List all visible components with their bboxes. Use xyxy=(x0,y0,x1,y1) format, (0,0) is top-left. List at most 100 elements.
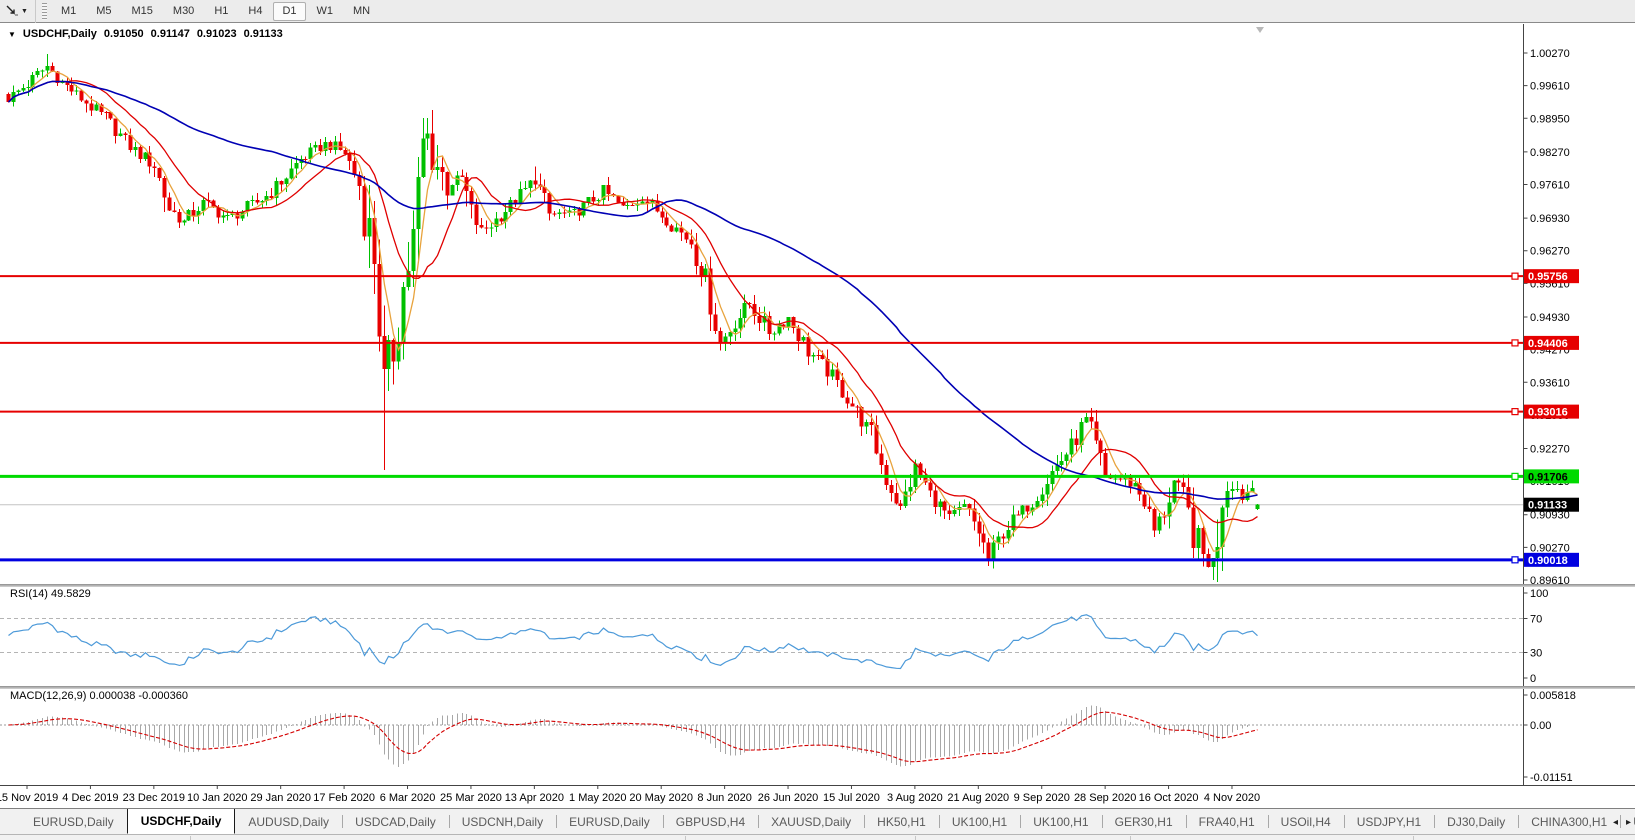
svg-text:0.95756: 0.95756 xyxy=(1528,271,1568,283)
toolbar: ▼ M1M5M15M30H1H4D1W1MN xyxy=(0,0,1635,23)
svg-text:0: 0 xyxy=(1530,673,1536,685)
svg-text:0.99610: 0.99610 xyxy=(1530,81,1570,93)
svg-text:0.91706: 0.91706 xyxy=(1528,471,1568,483)
svg-text:26 Jun 2020: 26 Jun 2020 xyxy=(758,792,819,804)
timeframe-button-m1[interactable]: M1 xyxy=(52,2,85,21)
chart-tab-usoil-h4[interactable]: USOil,H4 xyxy=(1268,809,1344,834)
chart-tab-usdcad-daily[interactable]: USDCAD,Daily xyxy=(342,809,449,834)
mt4-chart-window: ▼ M1M5M15M30H1H4D1W1MN ▼ USDCHF,Daily 0.… xyxy=(0,0,1635,840)
svg-text:0.93610: 0.93610 xyxy=(1530,377,1570,389)
moving-average-slow xyxy=(9,81,1258,499)
toolbar-grip-handle[interactable] xyxy=(42,3,47,20)
price-badge-0.95756: 0.95756 xyxy=(1524,269,1579,283)
svg-text:17 Feb 2020: 17 Feb 2020 xyxy=(313,792,375,804)
hline-handle[interactable] xyxy=(1512,340,1518,346)
svg-text:8 Jun 2020: 8 Jun 2020 xyxy=(697,792,751,804)
svg-text:16 Oct 2020: 16 Oct 2020 xyxy=(1139,792,1199,804)
tabs-scroll-left-icon[interactable]: ◂ xyxy=(1613,817,1618,828)
macd-axis-labels: 0.0058180.00-0.01151 xyxy=(1524,690,1576,784)
candles-layer xyxy=(7,54,1260,582)
svg-text:10 Jan 2020: 10 Jan 2020 xyxy=(187,792,248,804)
svg-text:15 Jul 2020: 15 Jul 2020 xyxy=(823,792,880,804)
svg-text:3 Aug 2020: 3 Aug 2020 xyxy=(887,792,943,804)
chart-shift-marker[interactable] xyxy=(1256,27,1264,33)
timeframe-button-m30[interactable]: M30 xyxy=(164,2,203,21)
chart-tab-usdcnh-daily[interactable]: USDCNH,Daily xyxy=(449,809,556,834)
svg-text:70: 70 xyxy=(1530,614,1542,626)
chart-tab-china300-h1[interactable]: CHINA300,H1 xyxy=(1518,809,1620,834)
chart-tab-uk100-h1[interactable]: UK100,H1 xyxy=(1020,809,1101,834)
ohlc-close-value: 0.91133 xyxy=(244,28,283,40)
chart-tab-eurusd-daily[interactable]: EURUSD,Daily xyxy=(556,809,663,834)
svg-text:20 May 2020: 20 May 2020 xyxy=(629,792,693,804)
dropdown-caret-icon[interactable]: ▼ xyxy=(21,8,28,15)
hline-handle[interactable] xyxy=(1512,409,1518,415)
rsi-axis-labels: 10070300 xyxy=(1524,588,1549,685)
tabs-scroll-right-icon[interactable]: ▸ xyxy=(1626,817,1631,828)
svg-text:0.98270: 0.98270 xyxy=(1530,147,1570,159)
svg-text:0.97610: 0.97610 xyxy=(1530,180,1570,192)
svg-text:100: 100 xyxy=(1530,588,1548,600)
hline-handle[interactable] xyxy=(1512,273,1518,279)
svg-text:0.92270: 0.92270 xyxy=(1530,443,1570,455)
date-axis-labels: 15 Nov 20194 Dec 201923 Dec 201910 Jan 2… xyxy=(0,785,1260,804)
chart-tab-usdjpy-h1[interactable]: USDJPY,H1 xyxy=(1344,809,1434,834)
chart-tab-eurusd-daily[interactable]: EURUSD,Daily xyxy=(20,809,127,834)
chart-tab-dj30-daily[interactable]: DJ30,Daily xyxy=(1434,809,1518,834)
chart-tab-fra40-h1[interactable]: FRA40,H1 xyxy=(1186,809,1268,834)
rsi-indicator-label: RSI(14) 49.5829 xyxy=(10,588,91,600)
svg-text:0.94406: 0.94406 xyxy=(1528,338,1568,350)
svg-text:0.98950: 0.98950 xyxy=(1530,113,1570,125)
chart-tab-uk100-h1[interactable]: UK100,H1 xyxy=(939,809,1020,834)
svg-text:6 Mar 2020: 6 Mar 2020 xyxy=(380,792,436,804)
svg-text:25 Mar 2020: 25 Mar 2020 xyxy=(440,792,502,804)
svg-text:0.90270: 0.90270 xyxy=(1530,542,1570,554)
svg-text:0.96930: 0.96930 xyxy=(1530,213,1570,225)
svg-text:23 Dec 2019: 23 Dec 2019 xyxy=(123,792,185,804)
macd-signal-line xyxy=(9,712,1258,762)
candlestick-chart-canvas[interactable]: 1.00270 0.99610 0.98950 0.98270 0.97610 0.969… xyxy=(0,24,1635,808)
svg-text:4 Nov 2020: 4 Nov 2020 xyxy=(1204,792,1260,804)
timeframe-button-w1[interactable]: W1 xyxy=(308,2,343,21)
symbol-period-label: USDCHF,Daily xyxy=(23,28,97,40)
timeframe-button-m15[interactable]: M15 xyxy=(123,2,162,21)
svg-text:0.91133: 0.91133 xyxy=(1528,500,1567,512)
chart-tab-xauusd-daily[interactable]: XAUUSD,Daily xyxy=(758,809,864,834)
timeframe-button-h1[interactable]: H1 xyxy=(205,2,237,21)
hline-handle[interactable] xyxy=(1512,557,1518,563)
rsi-panel-splitter[interactable] xyxy=(0,584,1635,587)
macd-panel-splitter[interactable] xyxy=(0,686,1635,689)
svg-text:0.005818: 0.005818 xyxy=(1530,690,1576,702)
svg-text:-0.01151: -0.01151 xyxy=(1530,772,1573,784)
chart-cursor-tool-button[interactable]: ▼ xyxy=(0,0,33,22)
svg-text:9 Sep 2020: 9 Sep 2020 xyxy=(1014,792,1070,804)
ohlc-high-value: 0.91147 xyxy=(151,28,190,40)
chart-tab-gbpusd-h4[interactable]: GBPUSD,H4 xyxy=(663,809,758,834)
chart-tab-ger30-h1[interactable]: GER30,H1 xyxy=(1102,809,1186,834)
chart-tab-audusd-daily[interactable]: AUDUSD,Daily xyxy=(235,809,342,834)
svg-text:1.00270: 1.00270 xyxy=(1530,48,1570,60)
rsi-line xyxy=(9,615,1258,669)
moving-average-fast xyxy=(9,71,1258,551)
tab-scroll-arrows: ◂ ▸ xyxy=(1613,809,1631,835)
svg-text:1 May 2020: 1 May 2020 xyxy=(569,792,626,804)
cursor-arrow-icon xyxy=(5,4,19,18)
timeframe-button-d1[interactable]: D1 xyxy=(273,2,305,21)
chart-tabs-bar: EURUSD,DailyUSDCHF,DailyAUDUSD,DailyUSDC… xyxy=(0,808,1635,834)
svg-text:15 Nov 2019: 15 Nov 2019 xyxy=(0,792,58,804)
status-strip xyxy=(0,834,1635,840)
chart-tab-hk50-h1[interactable]: HK50,H1 xyxy=(864,809,939,834)
timeframe-button-h4[interactable]: H4 xyxy=(239,2,271,21)
chart-title: ▼ USDCHF,Daily 0.91050 0.91147 0.91023 0… xyxy=(8,28,283,40)
svg-text:0.93016: 0.93016 xyxy=(1528,407,1568,419)
current-price-badge: 0.91133 xyxy=(1524,498,1579,512)
hline-handle[interactable] xyxy=(1512,473,1518,479)
macd-indicator-label: MACD(12,26,9) 0.000038 -0.000360 xyxy=(10,690,188,702)
chart-menu-triangle-icon[interactable]: ▼ xyxy=(8,30,16,39)
svg-text:29 Jan 2020: 29 Jan 2020 xyxy=(250,792,311,804)
timeframe-button-mn[interactable]: MN xyxy=(344,2,379,21)
macd-histogram xyxy=(14,705,1248,767)
timeframe-button-m5[interactable]: M5 xyxy=(87,2,120,21)
chart-tab-usdchf-daily[interactable]: USDCHF,Daily xyxy=(127,809,236,834)
price-badge-0.91706: 0.91706 xyxy=(1524,469,1579,483)
